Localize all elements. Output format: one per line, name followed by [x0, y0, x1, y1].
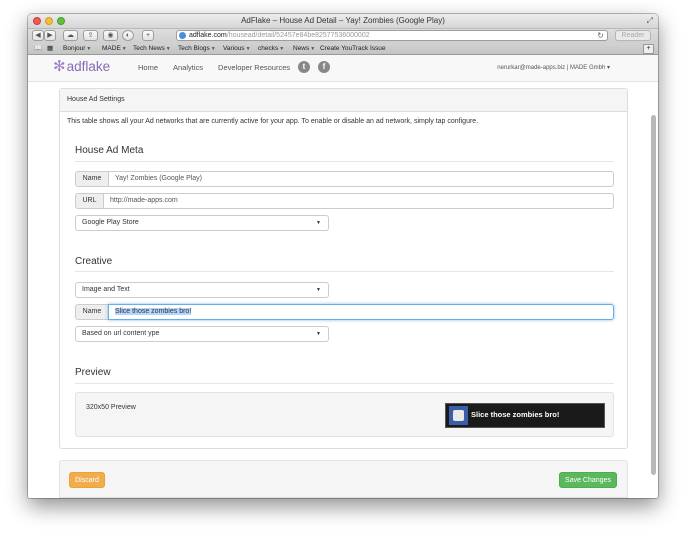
content-source-value: Based on url content ype [82, 330, 160, 337]
globe-icon [179, 32, 186, 39]
bookmark-news[interactable]: News▼ [293, 43, 315, 55]
twitter-icon[interactable]: t [298, 61, 310, 73]
divider [75, 271, 614, 272]
fullscreen-icon[interactable]: ⤢ [647, 16, 653, 26]
bookmark-bonjour[interactable]: Bonjour▼ [63, 43, 91, 55]
address-bar[interactable]: adflake.com/housead/detail/52457e84be825… [176, 30, 608, 41]
browser-toolbar: ◀ ▶ ☁ ⇪ ◉ ◐ + adflake.com/housead/detail… [28, 29, 658, 43]
bookmark-label: Bonjour [63, 45, 86, 52]
site-navbar: ✻ adflake Home Analytics Developer Resou… [28, 55, 658, 82]
divider [75, 383, 614, 384]
bookmark-various[interactable]: Various▼ [223, 43, 251, 55]
scrollbar[interactable] [651, 115, 656, 475]
nav-links: Home Analytics Developer Resources [138, 63, 305, 72]
discard-button[interactable]: Discard [69, 472, 105, 488]
content-source-select[interactable]: Based on url content ype ▼ [75, 326, 329, 342]
chevron-down-icon: ▼ [316, 331, 321, 337]
bookmark-tech-news[interactable]: Tech News▼ [133, 43, 171, 55]
form-footer: Discard Save Changes [59, 460, 628, 498]
creative-type-value: Image and Text [82, 286, 130, 293]
rss-icon[interactable]: ◉ [103, 30, 118, 41]
snowflake-logo-icon: ✻ [53, 58, 66, 75]
nav-home[interactable]: Home [138, 63, 158, 72]
bookmarks-bar: 📖 ▦ Bonjour▼ MADE▼ Tech News▼ Tech Blogs… [28, 43, 658, 55]
meta-url-label: URL [75, 193, 103, 209]
creative-name-group: Name Slice those zombies bro! [75, 304, 614, 320]
facebook-icon[interactable]: f [318, 61, 330, 73]
brand-logo[interactable]: ✻ adflake [53, 59, 110, 74]
bookmark-label: checks [258, 45, 279, 52]
preview-size-label: 320x50 Preview [86, 404, 136, 411]
save-changes-button[interactable]: Save Changes [559, 472, 617, 488]
bookmark-label: MADE [102, 45, 121, 52]
new-tab-button[interactable]: + [142, 30, 154, 41]
bookmark-made[interactable]: MADE▼ [102, 43, 127, 55]
preview-title: Preview [75, 367, 111, 378]
creative-name-input[interactable]: Slice those zombies bro! [108, 304, 614, 320]
back-button[interactable]: ◀ [32, 30, 44, 41]
bookmark-checks[interactable]: checks▼ [258, 43, 284, 55]
meta-name-label: Name [75, 171, 108, 187]
title-bar: AdFlake – House Ad Detail – Yay! Zombies… [28, 14, 658, 29]
meta-name-input[interactable]: Yay! Zombies (Google Play) [108, 171, 614, 187]
meta-url-input[interactable]: http://made-apps.com [103, 193, 614, 209]
nav-developer-resources[interactable]: Developer Resources [218, 63, 290, 72]
bookmark-create-youtrack-issue[interactable]: Create YouTrack Issue [320, 43, 386, 54]
panel-description: This table shows all your Ad networks th… [67, 118, 479, 125]
share-button[interactable]: ⇪ [83, 30, 98, 41]
reload-icon[interactable]: ↻ [597, 31, 604, 40]
creative-title: Creative [75, 256, 113, 267]
meta-url-group: URL http://made-apps.com [75, 193, 614, 209]
window-title: AdFlake – House Ad Detail – Yay! Zombies… [241, 16, 445, 25]
chevron-down-icon: ▼ [316, 287, 321, 293]
page-content: ✻ adflake Home Analytics Developer Resou… [28, 55, 658, 498]
user-menu[interactable]: nerurkar@made-apps.biz | MADE Gmbh ▾ [497, 64, 610, 71]
creative-type-select[interactable]: Image and Text ▼ [75, 282, 329, 298]
forward-button[interactable]: ▶ [44, 30, 56, 41]
house-ad-settings-panel: House Ad Settings This table shows all y… [59, 88, 628, 449]
selected-text: Slice those zombies bro! [115, 308, 192, 315]
panel-heading: House Ad Settings [60, 89, 627, 112]
icloud-tabs-button[interactable]: ☁ [63, 30, 78, 41]
brand-name: adflake [66, 59, 111, 74]
meta-name-group: Name Yay! Zombies (Google Play) [75, 171, 614, 187]
url-host: adflake.com [189, 32, 227, 39]
zombie-app-icon [449, 406, 468, 425]
ad-banner-text: Slice those zombies bro! [471, 410, 560, 419]
bookmark-label: News [293, 45, 310, 52]
top-sites-icon[interactable]: ▦ [47, 43, 53, 54]
bookmark-label: Tech News [133, 45, 165, 52]
store-select-value: Google Play Store [82, 219, 139, 226]
bookmark-label: Various [223, 45, 245, 52]
nav-analytics[interactable]: Analytics [173, 63, 203, 72]
bookmark-label: Tech Blogs [178, 45, 210, 52]
url-path: /housead/detail/52457e84be82577536000002 [226, 32, 370, 39]
divider [75, 161, 614, 162]
preview-box: 320x50 Preview Slice those zombies bro! [75, 392, 614, 437]
bookmarks-book-icon[interactable]: 📖 [34, 43, 42, 54]
browser-window: AdFlake – House Ad Detail – Yay! Zombies… [28, 14, 658, 498]
creative-name-label: Name [75, 304, 108, 320]
add-bookmark-icon[interactable]: + [643, 44, 654, 54]
house-ad-meta-title: House Ad Meta [75, 145, 144, 156]
chevron-down-icon: ▼ [316, 220, 321, 226]
store-select[interactable]: Google Play Store ▼ [75, 215, 329, 231]
bookmark-tech-blogs[interactable]: Tech Blogs▼ [178, 43, 216, 55]
reader-button[interactable]: Reader [615, 30, 651, 41]
ad-banner-preview: Slice those zombies bro! [445, 403, 605, 428]
extension-icon[interactable]: ◐ [122, 30, 134, 41]
